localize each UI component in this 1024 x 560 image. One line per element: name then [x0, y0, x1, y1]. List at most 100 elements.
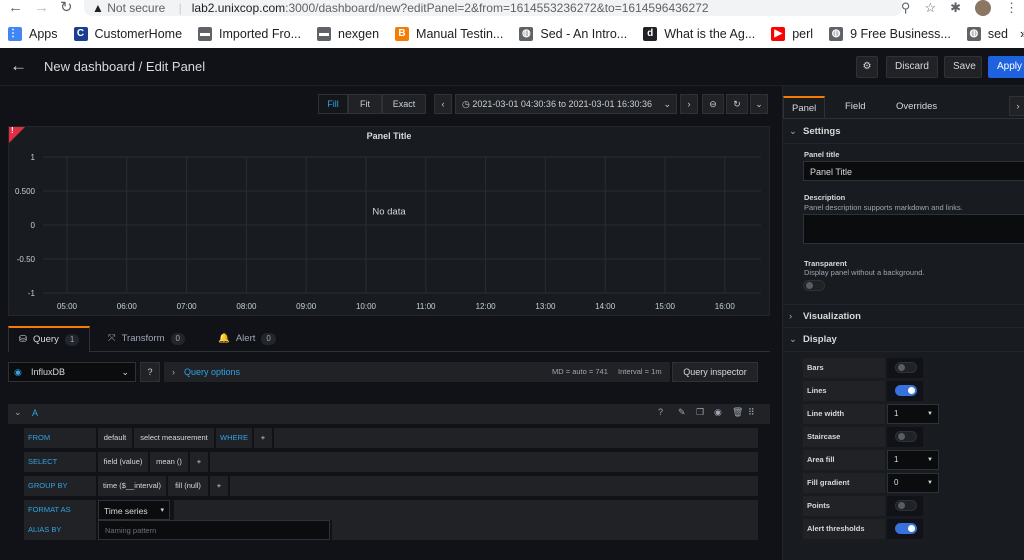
- bookmark-item[interactable]: B Manual Testin...: [387, 22, 511, 46]
- bookmark-item[interactable]: ◍ Sed - An Intro...: [511, 22, 635, 46]
- fit-mode-button[interactable]: Fit: [348, 94, 382, 114]
- extensions-icon[interactable]: ✱: [950, 0, 961, 16]
- bookmark-item[interactable]: C CustomerHome: [66, 22, 191, 46]
- display-toggle-points[interactable]: [895, 500, 917, 511]
- discard-button[interactable]: Discard: [886, 56, 938, 78]
- description-hint: Panel description supports markdown and …: [804, 203, 963, 212]
- star-icon[interactable]: ☆: [924, 0, 936, 16]
- tab-query[interactable]: ⛁ Query 1: [8, 326, 91, 352]
- bookmark-item[interactable]: d What is the Ag...: [635, 22, 763, 46]
- back-arrow-icon[interactable]: ←: [8, 0, 23, 16]
- time-forward-button[interactable]: ›: [680, 94, 698, 114]
- transparent-hint: Display panel without a background.: [804, 268, 925, 277]
- bookmark-item[interactable]: ▬ nexgen: [309, 22, 387, 46]
- settings-section-header[interactable]: ⌄ Settings: [783, 120, 1024, 144]
- settings-gear-button[interactable]: ⚙: [856, 56, 878, 78]
- datasource-select[interactable]: ◉ InfluxDB ⌄: [8, 362, 136, 382]
- transparent-toggle[interactable]: [803, 280, 825, 291]
- display-section-header[interactable]: ⌄ Display: [783, 328, 1024, 352]
- time-range-picker[interactable]: ◷ 2021-03-01 04:30:36 to 2021-03-01 16:3…: [455, 94, 677, 114]
- query-options-label: Query options: [184, 367, 241, 377]
- query-options-bar[interactable]: › Query options MD = auto = 741 Interval…: [164, 362, 670, 382]
- query-format-row: FORMAT AS Time series ▾: [24, 500, 758, 520]
- field-segment[interactable]: field (value): [98, 452, 148, 472]
- display-option-label: Line width: [803, 404, 885, 424]
- edit-icon[interactable]: ✎: [678, 407, 686, 418]
- add-where-button[interactable]: +: [254, 428, 272, 448]
- profile-avatar[interactable]: [975, 0, 991, 16]
- format-select[interactable]: Time series ▾: [98, 500, 170, 520]
- display-toggle-alert-thresholds[interactable]: [895, 523, 917, 534]
- url-bar[interactable]: ▲ Not secure | lab2.unixcop.com:3000/dash…: [84, 0, 902, 16]
- url-separator: |: [178, 1, 182, 15]
- alias-input[interactable]: Naming pattern: [98, 520, 330, 540]
- apply-button[interactable]: Apply: [988, 56, 1024, 78]
- retention-policy-segment[interactable]: default: [98, 428, 132, 448]
- bookmark-icon: C: [73, 27, 88, 41]
- help-icon[interactable]: ?: [658, 407, 663, 417]
- eye-icon[interactable]: ◉: [714, 407, 722, 418]
- measurement-segment[interactable]: select measurement: [134, 428, 214, 448]
- refresh-button[interactable]: ↻: [726, 94, 748, 114]
- refresh-interval-dropdown[interactable]: ⌄: [750, 94, 768, 114]
- fill-mode-button[interactable]: Fill: [318, 94, 348, 114]
- display-toggle-bars[interactable]: [895, 362, 917, 373]
- add-select-button[interactable]: +: [190, 452, 208, 472]
- bell-icon: 🔔: [218, 333, 230, 344]
- query-inspector-button[interactable]: Query inspector: [672, 362, 758, 382]
- exact-mode-button[interactable]: Exact: [382, 94, 426, 114]
- bookmark-icon: B: [395, 27, 410, 41]
- tab-transform[interactable]: ⤧ Transform 0: [108, 326, 185, 352]
- duplicate-icon[interactable]: ❐: [696, 407, 704, 418]
- display-toggle-staircase[interactable]: [895, 431, 917, 442]
- display-select-line-width[interactable]: 1 ▼: [887, 404, 939, 424]
- zoom-out-button[interactable]: ⊖: [702, 94, 724, 114]
- back-arrow-icon[interactable]: ←: [10, 57, 30, 77]
- menu-dots-icon[interactable]: ⋮: [1005, 0, 1018, 16]
- where-keyword: WHERE: [216, 428, 252, 448]
- tab-field[interactable]: Field: [845, 96, 866, 118]
- bookmark-item[interactable]: ▬ Imported Fro...: [190, 22, 309, 46]
- save-button[interactable]: Save: [944, 56, 982, 78]
- reload-icon[interactable]: ↻: [60, 0, 73, 16]
- datasource-help-button[interactable]: ?: [140, 362, 160, 382]
- refresh-icon: ↻: [733, 99, 741, 109]
- bookmark-icon: ◍: [519, 27, 534, 41]
- toggle-container: [887, 519, 923, 539]
- transparent-label: Transparent: [804, 259, 847, 268]
- mean-segment[interactable]: mean (): [150, 452, 188, 472]
- browser-chrome: ← → ↻ ▲ Not secure | lab2.unixcop.com:300…: [0, 0, 1024, 48]
- fill-segment[interactable]: fill (null): [168, 476, 208, 496]
- time-interval-segment[interactable]: time ($__interval): [98, 476, 166, 496]
- trash-icon[interactable]: 🗑: [732, 407, 743, 418]
- forward-arrow-icon[interactable]: →: [34, 0, 49, 16]
- display-toggle-lines[interactable]: [895, 385, 917, 396]
- collapse-chevron-icon: ⌄: [14, 407, 22, 417]
- description-textarea[interactable]: [803, 214, 1024, 244]
- query-row-header[interactable]: ⌄ A ? ✎ ❐ ◉ 🗑 ⠿: [8, 404, 770, 424]
- bookmark-item[interactable]: ▶ perl: [763, 22, 821, 46]
- zoom-icon[interactable]: ⚲: [901, 0, 911, 16]
- time-back-button[interactable]: ‹: [434, 94, 452, 114]
- influxdb-icon: ◉: [14, 367, 22, 377]
- add-groupby-button[interactable]: +: [210, 476, 228, 496]
- bookmark-icon: ▬: [317, 27, 332, 41]
- panel-title-input[interactable]: Panel Title: [803, 161, 1024, 181]
- bookmark-item[interactable]: ⋮⋮ Apps: [0, 22, 66, 46]
- display-select-area-fill[interactable]: 1 ▼: [887, 450, 939, 470]
- tab-alert[interactable]: 🔔 Alert 0: [218, 326, 276, 352]
- collapse-pane-button[interactable]: ›: [1009, 96, 1024, 116]
- bookmark-label: What is the Ag...: [664, 27, 756, 41]
- drag-handle-icon[interactable]: ⠿: [748, 407, 755, 418]
- tab-count-badge: 1: [64, 334, 80, 346]
- format-keyword: FORMAT AS: [24, 500, 96, 520]
- select-keyword: SELECT: [24, 452, 96, 472]
- bookmark-item[interactable]: ◍ 9 Free Business...: [821, 22, 959, 46]
- more-bookmarks-icon[interactable]: »: [1020, 27, 1024, 41]
- bookmark-item[interactable]: ◍ sed: [959, 22, 1016, 46]
- display-select-fill-gradient[interactable]: 0 ▼: [887, 473, 939, 493]
- visualization-section-header[interactable]: › Visualization: [783, 304, 1024, 328]
- tab-overrides[interactable]: Overrides: [896, 96, 937, 118]
- bookmark-icon: ⋮⋮: [8, 27, 28, 41]
- tab-panel[interactable]: Panel: [783, 96, 826, 118]
